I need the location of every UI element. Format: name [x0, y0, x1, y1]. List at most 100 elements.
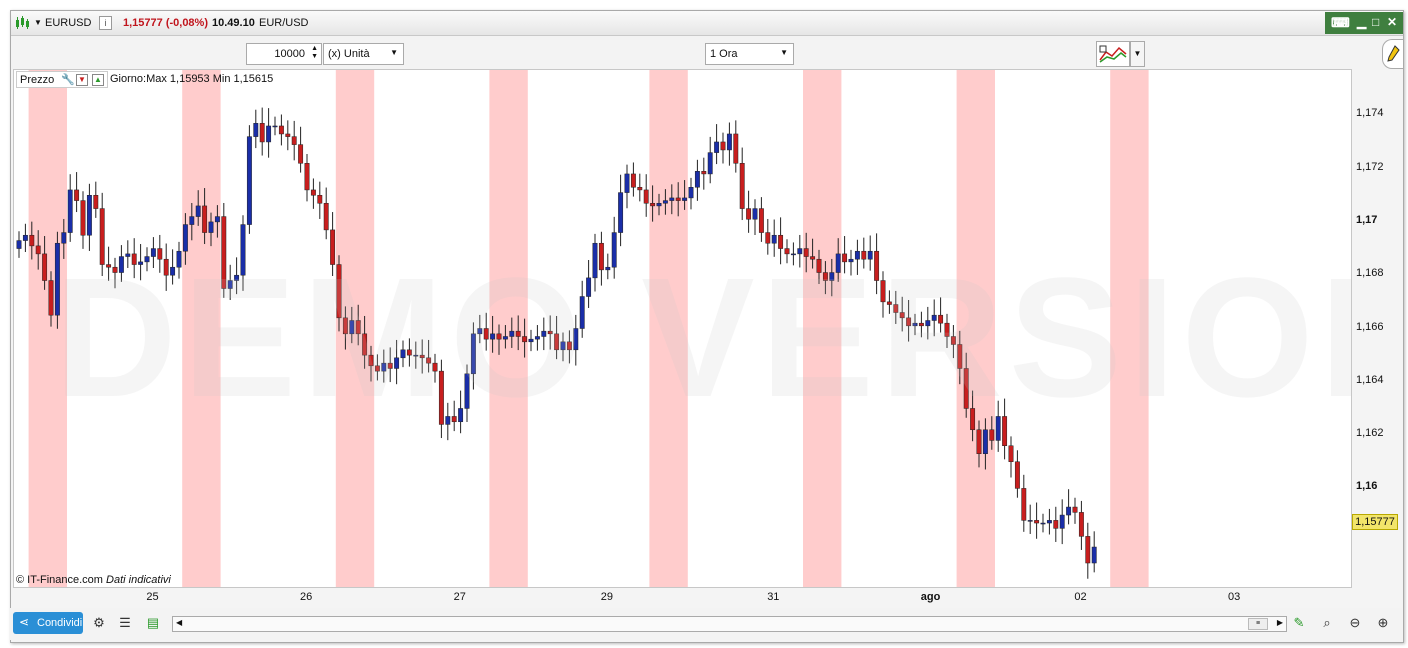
indicators-button[interactable] [1096, 41, 1130, 67]
candle[interactable] [746, 208, 752, 220]
layers-icon[interactable]: ▤ [144, 614, 162, 632]
unit-select[interactable]: (x) Unità ▼ [323, 43, 404, 65]
candle[interactable] [29, 234, 35, 247]
candle[interactable] [637, 187, 643, 191]
candle[interactable] [86, 195, 92, 236]
symbol-label[interactable]: EURUSD [45, 17, 91, 29]
candle[interactable] [48, 280, 54, 316]
candle[interactable] [278, 125, 284, 135]
candle[interactable] [310, 189, 316, 196]
move-down-icon[interactable]: ▼ [76, 74, 88, 86]
candle[interactable] [1078, 512, 1084, 537]
zoom-out-icon[interactable]: ⊖ [1346, 614, 1364, 632]
candle[interactable] [1021, 488, 1027, 521]
candle[interactable] [67, 189, 73, 233]
zoom-in-icon[interactable]: ⊕ [1374, 614, 1392, 632]
drawing-tools-button[interactable] [1382, 39, 1403, 69]
candle[interactable] [74, 189, 80, 201]
chart-type-icon[interactable]: ✎ [1290, 614, 1308, 632]
candle[interactable] [214, 216, 220, 223]
candle[interactable] [1059, 514, 1065, 529]
candle[interactable] [624, 173, 630, 193]
candle[interactable] [739, 163, 745, 209]
candle[interactable] [650, 202, 656, 207]
candle[interactable] [189, 216, 195, 225]
candle[interactable] [1040, 522, 1046, 525]
settings-icon[interactable]: ⚙ [90, 614, 108, 632]
candle[interactable] [707, 152, 713, 175]
candle[interactable] [675, 197, 681, 201]
candle[interactable] [1008, 445, 1014, 462]
candle[interactable] [720, 141, 726, 151]
time-axis[interactable]: 25 26 27 29 31 ago 02 03 [13, 588, 1350, 606]
quantity-stepper[interactable]: 10000 ▲ ▼ [246, 43, 322, 65]
candle[interactable] [285, 133, 291, 137]
candle[interactable] [701, 171, 707, 175]
copyright: © IT-Finance.com Dati indicativi [16, 574, 171, 586]
candle[interactable] [662, 200, 668, 204]
candle[interactable] [317, 195, 323, 204]
candle[interactable] [42, 253, 48, 281]
info-icon[interactable]: i [99, 16, 112, 30]
scroll-right-icon[interactable]: ▶ [1277, 618, 1283, 627]
minimize-icon[interactable]: ▁ [1357, 15, 1366, 29]
price-axis[interactable]: 1,174 1,172 1,17 1,168 1,166 1,164 1,162 1,16 [1351, 69, 1401, 586]
candle[interactable] [1034, 520, 1040, 524]
candle[interactable] [304, 163, 310, 191]
candle[interactable] [1072, 506, 1078, 513]
candlestick-icon[interactable] [14, 15, 30, 31]
candle[interactable] [195, 205, 201, 217]
candle[interactable] [246, 136, 252, 225]
scroll-thumb[interactable]: ≡ [1248, 618, 1268, 630]
candle[interactable] [1027, 520, 1033, 522]
candle[interactable] [630, 173, 636, 188]
timeframe-select[interactable]: 1 Ora ▼ [705, 43, 794, 65]
scroll-left-icon[interactable]: ◀ [176, 618, 182, 627]
candle[interactable] [208, 221, 214, 233]
candle[interactable] [1066, 506, 1072, 516]
share-button[interactable]: ⋖ Condividi [13, 612, 83, 634]
candle[interactable] [1014, 461, 1020, 489]
candle[interactable] [323, 202, 329, 231]
wrench-icon[interactable]: 🔧 [61, 73, 75, 86]
candle[interactable] [259, 123, 265, 143]
candle[interactable] [682, 197, 688, 201]
candle[interactable] [752, 208, 758, 220]
candle[interactable] [202, 205, 208, 233]
indicators-dropdown-icon[interactable]: ▼ [1130, 41, 1145, 67]
candle[interactable] [1053, 520, 1059, 529]
candle[interactable] [726, 133, 732, 151]
candle[interactable] [733, 133, 739, 164]
candle[interactable] [714, 141, 720, 153]
chart-plot-area[interactable]: DEMO VERSION Prezzo 🔧 ▼ ▲ Giorno:Max 1,1… [13, 69, 1352, 588]
candle[interactable] [80, 200, 86, 236]
candle[interactable] [618, 192, 624, 233]
stepper-arrows-icon[interactable]: ▲ ▼ [311, 45, 318, 61]
candle[interactable] [1091, 546, 1097, 564]
candle[interactable] [758, 208, 764, 233]
zoom-fit-icon[interactable]: ⌕ [1318, 614, 1336, 632]
maximize-icon[interactable]: □ [1372, 15, 1379, 29]
candle[interactable] [93, 195, 99, 209]
candle[interactable] [669, 197, 675, 201]
candle[interactable] [35, 245, 41, 255]
candle[interactable] [253, 123, 259, 137]
chart-scrollbar[interactable]: ◀ ≡ ▶ [172, 616, 1287, 632]
candle[interactable] [694, 171, 700, 188]
candle[interactable] [688, 187, 694, 199]
candle[interactable] [1046, 520, 1052, 524]
candle[interactable] [16, 240, 22, 249]
candle[interactable] [272, 125, 278, 128]
close-icon[interactable]: ✕ [1387, 15, 1397, 29]
candle[interactable] [298, 144, 304, 164]
candle[interactable] [643, 189, 649, 204]
symbol-dropdown-icon[interactable]: ▼ [34, 18, 42, 27]
candle[interactable] [1085, 536, 1091, 564]
candle[interactable] [266, 125, 272, 143]
list-icon[interactable]: ☰ [116, 614, 134, 632]
candle[interactable] [656, 202, 662, 207]
keyboard-icon[interactable]: ⌨ [1331, 15, 1350, 31]
move-up-icon[interactable]: ▲ [92, 74, 104, 86]
candle[interactable] [22, 234, 28, 241]
candle[interactable] [291, 136, 297, 145]
